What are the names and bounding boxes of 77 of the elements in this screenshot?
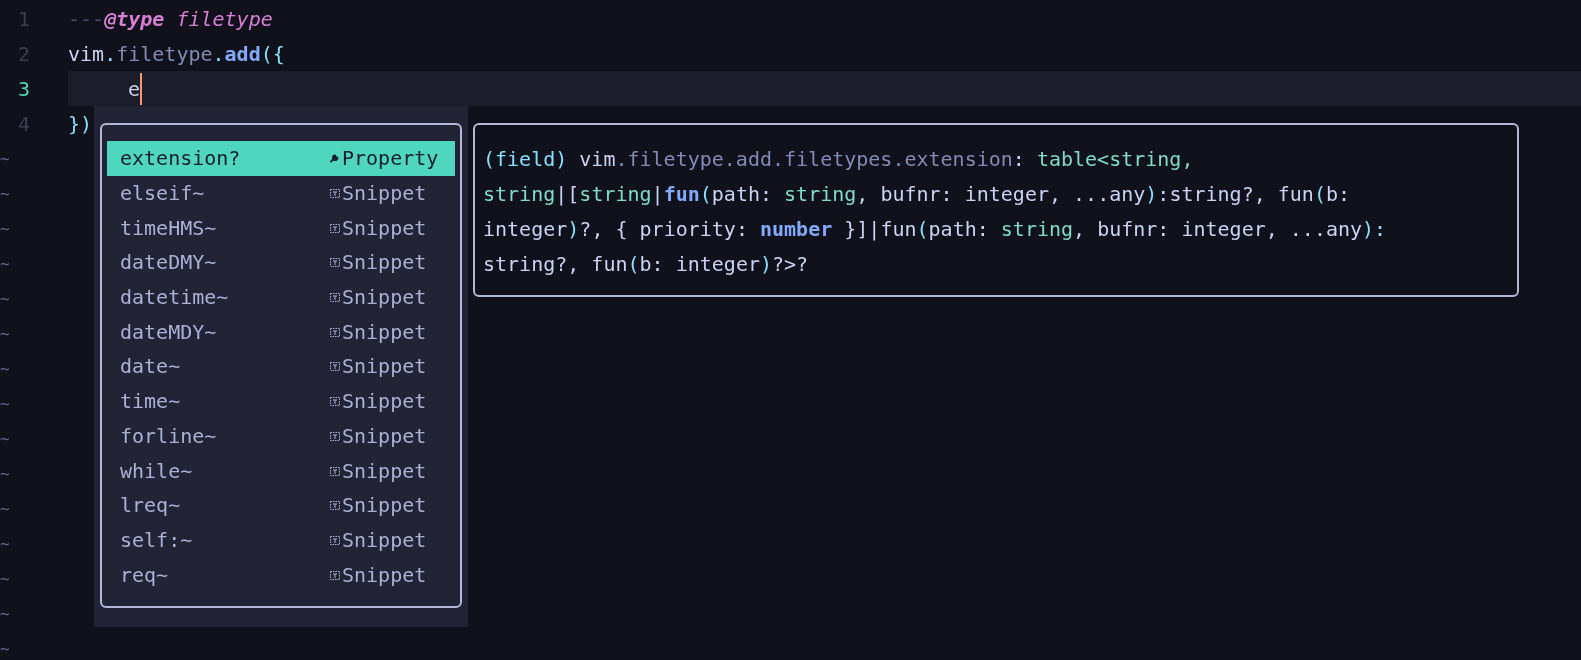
snippet-icon — [329, 325, 341, 338]
code-line: ---@type filetype — [68, 6, 273, 31]
end-of-buffer-marker: ~ — [0, 429, 10, 448]
code-line: e — [128, 76, 141, 101]
completion-label: datetime~ — [120, 285, 229, 310]
wrench-icon — [329, 152, 341, 165]
snippet-icon — [329, 360, 341, 373]
completion-kind: Snippet — [342, 319, 427, 344]
completion-kind: Snippet — [342, 562, 427, 587]
completion-kind: Snippet — [342, 215, 427, 240]
completion-item[interactable]: forline~ Snippet — [107, 418, 455, 454]
end-of-buffer-marker: ~ — [0, 534, 10, 553]
snippet-icon — [329, 187, 341, 200]
completion-kind: Snippet — [342, 493, 427, 518]
code-line: vim.filetype.add({ — [68, 41, 285, 66]
completion-item[interactable]: date~ Snippet — [107, 349, 455, 384]
completion-label: time~ — [120, 389, 181, 414]
line-number: 3 — [16, 76, 30, 101]
snippet-icon — [329, 221, 341, 234]
end-of-buffer-marker: ~ — [0, 394, 10, 413]
completion-item[interactable]: extension? Property — [107, 141, 455, 176]
completion-label: dateMDY~ — [120, 319, 217, 344]
completion-item[interactable]: datetime~ Snippet — [107, 279, 455, 315]
completion-item[interactable]: time~ Snippet — [107, 383, 455, 419]
completion-kind: Snippet — [342, 354, 427, 379]
snippet-icon — [329, 464, 341, 477]
completion-item[interactable]: while~ Snippet — [107, 453, 455, 488]
completion-label: lreq~ — [120, 493, 181, 518]
end-of-buffer-marker: ~ — [0, 604, 10, 623]
text-cursor — [140, 72, 143, 105]
code-line: }) — [68, 111, 93, 136]
snippet-icon — [329, 499, 341, 512]
completion-label: while~ — [120, 458, 193, 483]
signature-line: integer)?, { priority: number }]|fun(path: string, bufnr: integer, ...any): — [483, 216, 1388, 243]
signature-line: string|[string|fun(path: string, bufnr: integer, ...any):string?, fun(b: — [483, 181, 1352, 208]
completion-kind: Snippet — [342, 527, 427, 552]
completion-label: extension? — [120, 146, 241, 171]
end-of-buffer-marker: ~ — [0, 289, 10, 308]
snippet-icon — [329, 429, 341, 442]
snippet-icon — [329, 533, 341, 546]
completion-label: self:~ — [120, 527, 193, 552]
completion-label: date~ — [120, 354, 181, 379]
completion-item[interactable]: self:~ Snippet — [107, 522, 455, 558]
completion-kind: Snippet — [342, 458, 427, 483]
signature-line: string?, fun(b: integer)?>? — [483, 251, 810, 278]
completion-item[interactable]: elseif~ Snippet — [107, 175, 455, 211]
completion-label: dateDMY~ — [120, 250, 217, 275]
snippet-icon — [329, 256, 341, 269]
signature-line: (field) vim.filetype.add.filetypes.extension: table<string, — [483, 146, 1195, 173]
end-of-buffer-marker: ~ — [0, 499, 10, 518]
completion-kind: Snippet — [342, 285, 427, 310]
completion-item[interactable]: req~ Snippet — [107, 557, 455, 592]
end-of-buffer-marker: ~ — [0, 359, 10, 378]
end-of-buffer-marker: ~ — [0, 219, 10, 238]
completion-kind: Snippet — [342, 389, 427, 414]
end-of-buffer-marker: ~ — [0, 149, 10, 168]
snippet-icon — [329, 395, 341, 408]
completion-item[interactable]: dateDMY~ Snippet — [107, 245, 455, 280]
end-of-buffer-marker: ~ — [0, 464, 10, 483]
snippet-icon — [329, 568, 341, 581]
end-of-buffer-marker: ~ — [0, 639, 10, 658]
snippet-icon — [329, 291, 341, 304]
completion-label: elseif~ — [120, 181, 205, 206]
end-of-buffer-marker: ~ — [0, 254, 10, 273]
completion-kind: Snippet — [342, 250, 427, 275]
completion-label: forline~ — [120, 423, 217, 448]
end-of-buffer-marker: ~ — [0, 184, 10, 203]
end-of-buffer-marker: ~ — [0, 324, 10, 343]
end-of-buffer-marker: ~ — [0, 569, 10, 588]
completion-kind: Property — [342, 146, 439, 171]
completion-label: timeHMS~ — [120, 215, 217, 240]
completion-item[interactable]: dateMDY~ Snippet — [107, 314, 455, 350]
completion-item[interactable]: lreq~ Snippet — [107, 487, 455, 523]
completion-kind: Snippet — [342, 181, 427, 206]
completion-item[interactable]: timeHMS~ Snippet — [107, 210, 455, 246]
completion-kind: Snippet — [342, 423, 427, 448]
completion-label: req~ — [120, 562, 169, 587]
